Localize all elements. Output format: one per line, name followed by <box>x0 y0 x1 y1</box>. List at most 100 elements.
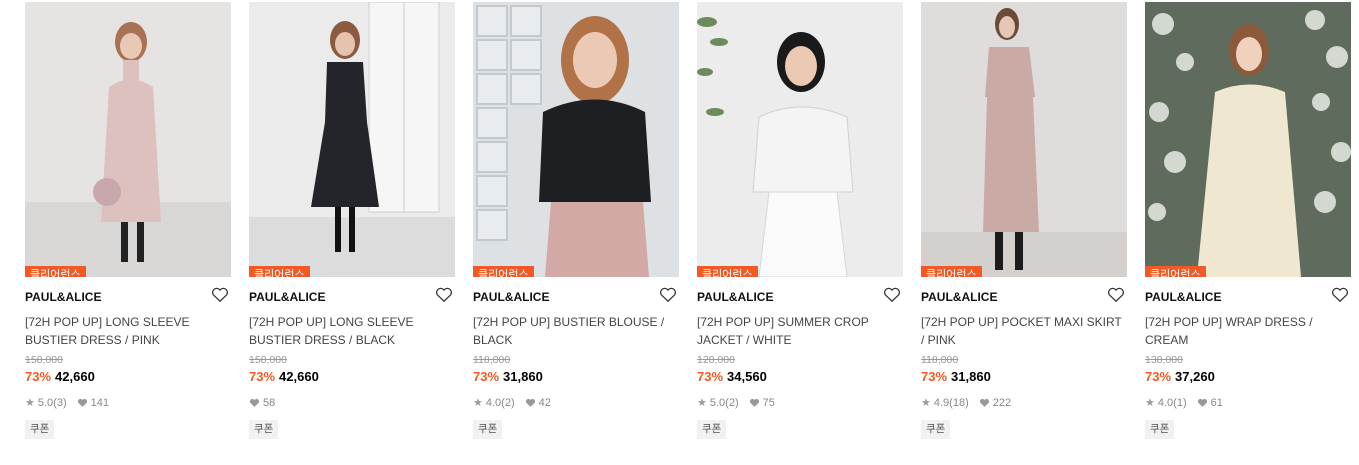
heart-outline-icon[interactable] <box>211 287 229 303</box>
original-price: 158,000 <box>25 354 63 366</box>
brand-name[interactable]: PAUL&ALICE <box>1145 290 1221 304</box>
coupon-tag[interactable]: 쿠폰 <box>1145 420 1175 439</box>
heart-outline-icon[interactable] <box>659 287 677 303</box>
heart-outline-icon[interactable] <box>435 287 453 303</box>
star-icon: ★ <box>25 397 35 409</box>
sale-price: 42,660 <box>55 369 95 384</box>
product-stats: ★ 4.0 (1) 61 <box>1145 396 1351 410</box>
discount-rate: 73% <box>25 369 52 384</box>
clearance-badge: 클리어런스 <box>1145 266 1206 277</box>
product-photo <box>25 2 231 277</box>
clearance-badge: 클리어런스 <box>25 266 86 277</box>
product-stats: ★ 4.0 (2) 42 <box>473 396 679 410</box>
clearance-badge: 클리어런스 <box>921 266 982 277</box>
product-card[interactable]: 클리어런스 PAUL&ALICE [72H POP UP] WRAP DRESS… <box>1145 2 1351 439</box>
heart-outline-icon[interactable] <box>1107 287 1125 303</box>
product-grid: 클리어런스 PAUL&ALICE [72H POP UP] LONG SLEEV… <box>0 0 1359 465</box>
coupon-tag[interactable]: 쿠폰 <box>697 420 727 439</box>
brand-name[interactable]: PAUL&ALICE <box>249 290 325 304</box>
sale-price: 31,860 <box>503 369 543 384</box>
product-photo <box>1145 2 1351 277</box>
discount-rate: 73% <box>1145 369 1172 384</box>
review-count: (1) <box>1173 397 1187 409</box>
coupon-tag[interactable]: 쿠폰 <box>249 420 279 439</box>
like-count: 141 <box>90 397 109 409</box>
brand-name[interactable]: PAUL&ALICE <box>473 290 549 304</box>
coupon-tag[interactable]: 쿠폰 <box>921 420 951 439</box>
coupon-tag[interactable]: 쿠폰 <box>25 420 55 439</box>
product-photo <box>249 2 455 277</box>
heart-filled-icon <box>249 398 260 407</box>
sale-price: 37,260 <box>1175 369 1215 384</box>
product-stats: ★ 5.0 (3) 141 <box>25 396 231 410</box>
review-count: (2) <box>725 397 739 409</box>
review-count: (2) <box>501 397 515 409</box>
heart-filled-icon <box>979 398 989 407</box>
original-price: 138,000 <box>1145 354 1183 366</box>
discount-rate: 73% <box>921 369 948 384</box>
brand-name[interactable]: PAUL&ALICE <box>25 290 101 304</box>
heart-outline-icon[interactable] <box>883 287 901 303</box>
product-image[interactable]: 클리어런스 <box>249 2 455 277</box>
like-count: 42 <box>538 397 551 409</box>
product-image[interactable]: 클리어런스 <box>921 2 1127 277</box>
original-price: 118,000 <box>921 354 959 366</box>
product-name[interactable]: [72H POP UP] WRAP DRESS / CREAM <box>1145 313 1351 349</box>
price-row: 73% 31,860 <box>921 369 1127 385</box>
product-name[interactable]: [72H POP UP] SUMMER CROP JACKET / WHITE <box>697 313 903 349</box>
product-card[interactable]: 클리어런스 PAUL&ALICE [72H POP UP] BUSTIER BL… <box>473 2 679 439</box>
like-count: 222 <box>992 397 1012 409</box>
discount-rate: 73% <box>249 369 276 384</box>
coupon-tag[interactable]: 쿠폰 <box>473 420 503 439</box>
heart-filled-icon <box>749 398 759 407</box>
product-photo <box>921 2 1127 277</box>
price-row: 73% 37,260 <box>1145 369 1351 385</box>
product-name[interactable]: [72H POP UP] POCKET MAXI SKIRT / PINK <box>921 313 1127 349</box>
product-image[interactable]: 클리어런스 <box>1145 2 1351 277</box>
product-card[interactable]: 클리어런스 PAUL&ALICE [72H POP UP] LONG SLEEV… <box>25 2 231 439</box>
product-card[interactable]: 클리어런스 PAUL&ALICE [72H POP UP] LONG SLEEV… <box>249 2 455 439</box>
price-row: 73% 42,660 <box>249 369 455 385</box>
product-name[interactable]: [72H POP UP] BUSTIER BLOUSE / BLACK <box>473 313 679 349</box>
original-price: 118,000 <box>473 354 511 366</box>
star-icon: ★ <box>473 397 483 409</box>
heart-filled-icon <box>1197 398 1207 407</box>
star-icon: ★ <box>921 397 931 409</box>
product-stats: ★ 5.0 (2) 75 <box>697 396 903 410</box>
original-price: 158,000 <box>249 354 287 366</box>
heart-filled-icon <box>525 398 535 407</box>
product-name[interactable]: [72H POP UP] LONG SLEEVE BUSTIER DRESS /… <box>25 313 231 349</box>
star-icon: ★ <box>1145 397 1155 409</box>
product-card[interactable]: 클리어런스 PAUL&ALICE [72H POP UP] POCKET MAX… <box>921 2 1127 439</box>
sale-price: 42,660 <box>279 369 319 384</box>
rating-value: 5.0 <box>709 397 726 409</box>
clearance-badge: 클리어런스 <box>697 266 758 277</box>
price-row: 73% 34,560 <box>697 369 903 385</box>
sale-price: 31,860 <box>951 369 991 384</box>
product-image[interactable]: 클리어런스 <box>697 2 903 277</box>
product-image[interactable]: 클리어런스 <box>25 2 231 277</box>
clearance-badge: 클리어런스 <box>249 266 310 277</box>
original-price: 128,000 <box>697 354 735 366</box>
price-row: 73% 31,860 <box>473 369 679 385</box>
rating-value: 4.9 <box>933 397 950 409</box>
rating-value: 5.0 <box>37 397 54 409</box>
product-stats: 58 <box>249 396 455 410</box>
discount-rate: 73% <box>473 369 500 384</box>
heart-outline-icon[interactable] <box>1331 287 1349 303</box>
product-image[interactable]: 클리어런스 <box>473 2 679 277</box>
product-name[interactable]: [72H POP UP] LONG SLEEVE BUSTIER DRESS /… <box>249 313 455 349</box>
product-card[interactable]: 클리어런스 PAUL&ALICE [72H POP UP] SUMMER CRO… <box>697 2 903 439</box>
product-photo <box>473 2 679 277</box>
like-count: 75 <box>762 397 775 409</box>
price-row: 73% 42,660 <box>25 369 231 385</box>
rating-value: 4.0 <box>485 397 502 409</box>
star-icon: ★ <box>697 397 707 409</box>
brand-name[interactable]: PAUL&ALICE <box>697 290 773 304</box>
rating-value: 4.0 <box>1157 397 1174 409</box>
brand-name[interactable]: PAUL&ALICE <box>921 290 997 304</box>
clearance-badge: 클리어런스 <box>473 266 534 277</box>
review-count: (3) <box>53 397 67 409</box>
like-count: 58 <box>263 397 276 409</box>
product-stats: ★ 4.9 (18) 222 <box>921 396 1127 410</box>
